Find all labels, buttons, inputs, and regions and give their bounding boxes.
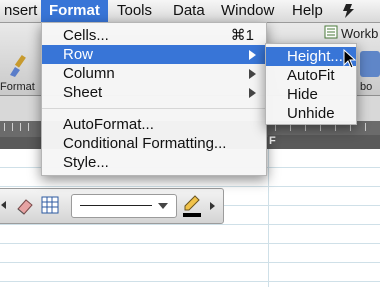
- submenu-item-hide[interactable]: Hide: [266, 85, 356, 104]
- toolbar-scroll-left-icon[interactable]: [1, 201, 6, 209]
- workbook-label[interactable]: Workb: [341, 26, 378, 41]
- menu-format[interactable]: Format: [41, 0, 108, 22]
- line-style-dropdown[interactable]: [71, 194, 177, 218]
- submenu-arrow-icon: [249, 50, 256, 60]
- toolbar-scroll-right-icon[interactable]: [210, 202, 215, 210]
- line-color-pen-icon[interactable]: [181, 194, 203, 218]
- menu-item-cells[interactable]: Cells... ⌘1: [42, 26, 266, 45]
- menu-insert[interactable]: nsert: [0, 0, 45, 22]
- workbook-icon: [324, 25, 338, 39]
- menu-item-column[interactable]: Column: [42, 64, 266, 83]
- script-menu-icon[interactable]: [341, 3, 357, 19]
- menu-item-label: Cells...: [63, 27, 109, 44]
- mouse-pointer-icon: [343, 48, 357, 69]
- column-letter: F: [269, 135, 276, 147]
- menu-window[interactable]: Window: [213, 0, 282, 22]
- toolbox-label: bo: [360, 81, 373, 93]
- border-format-toolbar: [0, 188, 224, 224]
- submenu-arrow-icon: [249, 69, 256, 79]
- submenu-item-label: AutoFit: [287, 67, 335, 84]
- format-toolbar-label: Format: [0, 81, 35, 93]
- menu-item-autoformat[interactable]: AutoFormat...: [42, 115, 266, 134]
- line-style-sample: [80, 205, 152, 206]
- borders-grid-icon[interactable]: [41, 196, 59, 214]
- menu-separator: [42, 108, 266, 109]
- chevron-down-icon: [158, 203, 168, 209]
- menu-item-label: Column: [63, 65, 115, 82]
- cells-shortcut: ⌘1: [230, 27, 254, 44]
- submenu-arrow-icon: [249, 88, 256, 98]
- submenu-item-unhide[interactable]: Unhide: [266, 104, 356, 123]
- menu-item-conditional-formatting[interactable]: Conditional Formatting...: [42, 134, 266, 153]
- menu-item-label: Style...: [63, 154, 109, 171]
- eraser-icon[interactable]: [15, 196, 35, 216]
- menu-help[interactable]: Help: [284, 0, 331, 22]
- menu-item-style[interactable]: Style...: [42, 153, 266, 172]
- menu-data[interactable]: Data: [165, 0, 213, 22]
- column-header-f[interactable]: F: [268, 135, 380, 149]
- menu-item-label: Row: [63, 46, 94, 63]
- menu-item-label: AutoFormat...: [63, 116, 154, 133]
- format-menu: Cells... ⌘1 Row Column Sheet AutoFormat.…: [41, 22, 267, 176]
- menu-item-sheet[interactable]: Sheet: [42, 83, 266, 102]
- format-paintbrush-icon[interactable]: [6, 53, 32, 79]
- submenu-item-label: Hide: [287, 86, 318, 103]
- submenu-item-label: Height...: [287, 48, 343, 65]
- menu-tools[interactable]: Tools: [109, 0, 160, 22]
- menu-item-label: Sheet: [63, 84, 103, 101]
- menu-item-row[interactable]: Row: [42, 45, 266, 64]
- toolbox-icon[interactable]: [360, 51, 380, 77]
- menu-bar: nsert Format Tools Data Window Help: [0, 0, 380, 23]
- menu-item-label: Conditional Formatting...: [63, 135, 227, 152]
- submenu-item-label: Unhide: [287, 105, 335, 122]
